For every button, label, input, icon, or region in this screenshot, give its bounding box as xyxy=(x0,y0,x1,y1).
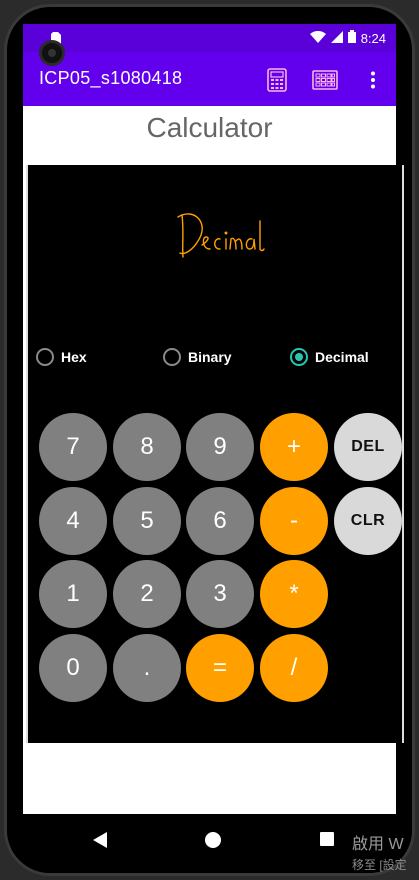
key-divide[interactable]: / xyxy=(260,634,328,702)
app-screen: 8:24 ICP05_s1080418 Calculator Hex Binar… xyxy=(23,24,404,814)
appbar-actions xyxy=(262,66,388,94)
key-0[interactable]: 0 xyxy=(39,634,107,702)
app-bar: ICP05_s1080418 xyxy=(23,52,396,106)
phone-frame: 8:24 ICP05_s1080418 Calculator Hex Binar… xyxy=(4,4,415,876)
status-time: 8:24 xyxy=(360,30,386,46)
key-minus[interactable]: - xyxy=(260,487,328,555)
key-3[interactable]: 3 xyxy=(186,560,254,628)
key-clear[interactable]: CLR xyxy=(334,487,402,555)
calculator-panel: Hex Binary Decimal 7 8 9 + DEL 4 5 6 - C… xyxy=(26,165,404,743)
radio-hex-indicator[interactable] xyxy=(36,348,54,366)
decimal-logo xyxy=(176,201,268,265)
key-delete[interactable]: DEL xyxy=(334,413,402,481)
key-9[interactable]: 9 xyxy=(186,413,254,481)
calculator-icon[interactable] xyxy=(262,66,292,94)
radio-hex[interactable]: Hex xyxy=(36,348,87,366)
radio-binary-indicator[interactable] xyxy=(163,348,181,366)
key-4[interactable]: 4 xyxy=(39,487,107,555)
key-multiply[interactable]: * xyxy=(260,560,328,628)
radio-hex-label: Hex xyxy=(61,349,87,365)
key-1[interactable]: 1 xyxy=(39,560,107,628)
key-6[interactable]: 6 xyxy=(186,487,254,555)
home-icon[interactable] xyxy=(205,832,221,853)
signal-icon xyxy=(330,30,343,46)
front-camera xyxy=(39,40,65,66)
battery-icon xyxy=(347,30,356,46)
key-7[interactable]: 7 xyxy=(39,413,107,481)
radio-binary-label: Binary xyxy=(188,349,232,365)
key-2[interactable]: 2 xyxy=(113,560,181,628)
status-right: 8:24 xyxy=(309,30,386,46)
keyboard-icon[interactable] xyxy=(310,66,340,94)
key-equals[interactable]: = xyxy=(186,634,254,702)
key-5[interactable]: 5 xyxy=(113,487,181,555)
radio-decimal[interactable]: Decimal xyxy=(290,348,369,366)
recent-apps-icon[interactable] xyxy=(320,832,334,851)
back-icon[interactable] xyxy=(93,832,107,853)
status-bar: 8:24 xyxy=(23,24,396,52)
page-title: Calculator xyxy=(146,112,273,143)
key-decimal-point[interactable]: . xyxy=(113,634,181,702)
app-title: ICP05_s1080418 xyxy=(39,68,183,88)
mode-radio-group: Hex Binary Decimal xyxy=(28,348,406,372)
radio-decimal-indicator[interactable] xyxy=(290,348,308,366)
windows-activation-watermark: 啟用 W xyxy=(352,836,404,853)
key-plus[interactable]: + xyxy=(260,413,328,481)
radio-binary[interactable]: Binary xyxy=(163,348,232,366)
overflow-menu-icon[interactable] xyxy=(358,66,388,94)
key-8[interactable]: 8 xyxy=(113,413,181,481)
windows-activation-watermark-sub: 移至 [設定 xyxy=(352,858,407,872)
wifi-icon xyxy=(309,30,326,46)
radio-decimal-label: Decimal xyxy=(315,349,369,365)
